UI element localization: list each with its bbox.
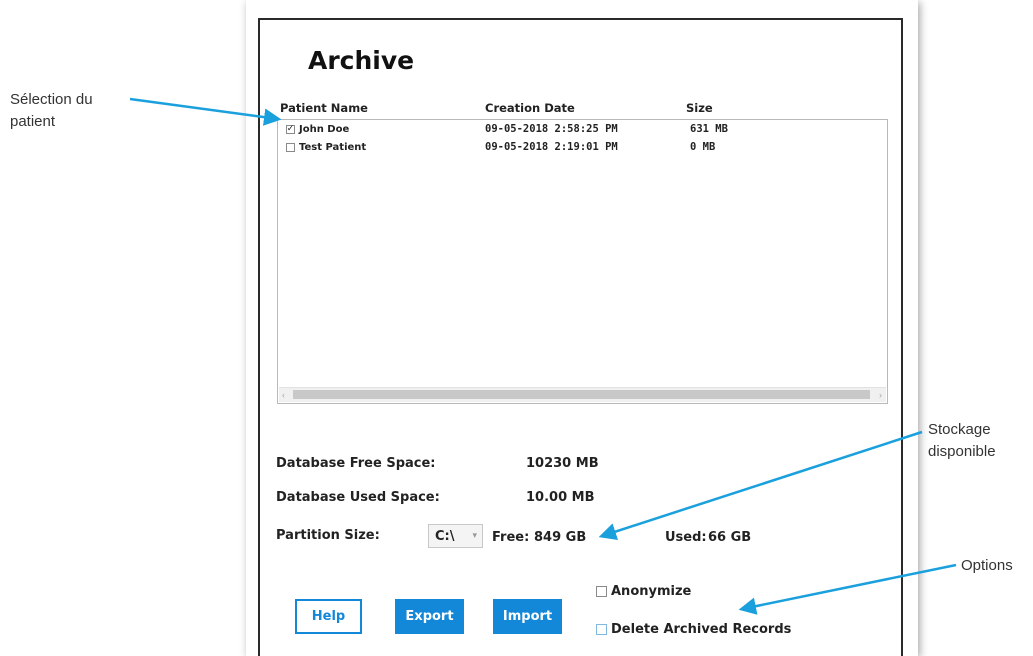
export-button[interactable]: Export [395, 599, 464, 634]
column-header-patient-name[interactable]: Patient Name [280, 101, 368, 115]
scroll-left-icon[interactable]: ‹ [282, 388, 285, 402]
size-value: 0 MB [690, 141, 716, 153]
annotation-storage: Stockage disponible [928, 419, 996, 463]
annotation-line: Stockage [928, 421, 991, 438]
used-value: 66 GB [708, 530, 752, 545]
chevron-down-icon: ▾ [472, 531, 477, 541]
partition-label: Partition Size: [276, 528, 380, 543]
annotation-line: Sélection du [10, 91, 93, 108]
column-header-size[interactable]: Size [686, 101, 713, 115]
patient-list[interactable]: ✓ John Doe 09-05-2018 2:58:25 PM 631 MB … [277, 119, 888, 404]
delete-archived-checkbox[interactable] [596, 624, 607, 635]
drive-value: C:\ [435, 528, 455, 544]
list-item[interactable]: Test Patient [286, 140, 366, 154]
annotation-line: patient [10, 113, 56, 130]
page-title: Archive [308, 46, 415, 75]
delete-archived-option[interactable]: Delete Archived Records [596, 622, 791, 637]
horizontal-scrollbar[interactable]: ‹ › [279, 387, 886, 402]
patient-name: John Doe [299, 123, 350, 135]
delete-archived-label[interactable]: Delete Archived Records [611, 622, 791, 637]
db-free-value: 10230 MB [526, 456, 599, 471]
used-label: Used: [665, 530, 707, 545]
column-header-creation-date[interactable]: Creation Date [485, 101, 575, 115]
db-used-value: 10.00 MB [526, 490, 595, 505]
size-value: 631 MB [690, 123, 728, 135]
anonymize-label[interactable]: Anonymize [611, 584, 691, 599]
creation-date: 09-05-2018 2:58:25 PM [485, 123, 618, 135]
checkbox-test-patient[interactable] [286, 142, 295, 152]
annotation-options: Options [961, 557, 1013, 574]
archive-window: Archive Patient Name Creation Date Size … [258, 18, 903, 656]
drive-select[interactable]: C:\ ▾ [428, 524, 483, 548]
list-item[interactable]: ✓ John Doe [286, 122, 349, 136]
free-label: Free: [492, 530, 530, 545]
anonymize-option[interactable]: Anonymize [596, 584, 691, 599]
checkbox-john-doe[interactable]: ✓ [286, 124, 295, 134]
annotation-patient-selection: Sélection du patient [10, 89, 93, 133]
annotation-line: disponible [928, 443, 996, 460]
patient-name: Test Patient [299, 141, 367, 153]
free-value: 849 GB [534, 530, 587, 545]
db-free-label: Database Free Space: [276, 456, 436, 471]
db-used-label: Database Used Space: [276, 490, 440, 505]
creation-date: 09-05-2018 2:19:01 PM [485, 141, 618, 153]
scrollbar-thumb[interactable] [293, 390, 870, 399]
scroll-right-icon[interactable]: › [879, 388, 882, 402]
anonymize-checkbox[interactable] [596, 586, 607, 597]
help-button[interactable]: Help [295, 599, 362, 634]
import-button[interactable]: Import [493, 599, 562, 634]
